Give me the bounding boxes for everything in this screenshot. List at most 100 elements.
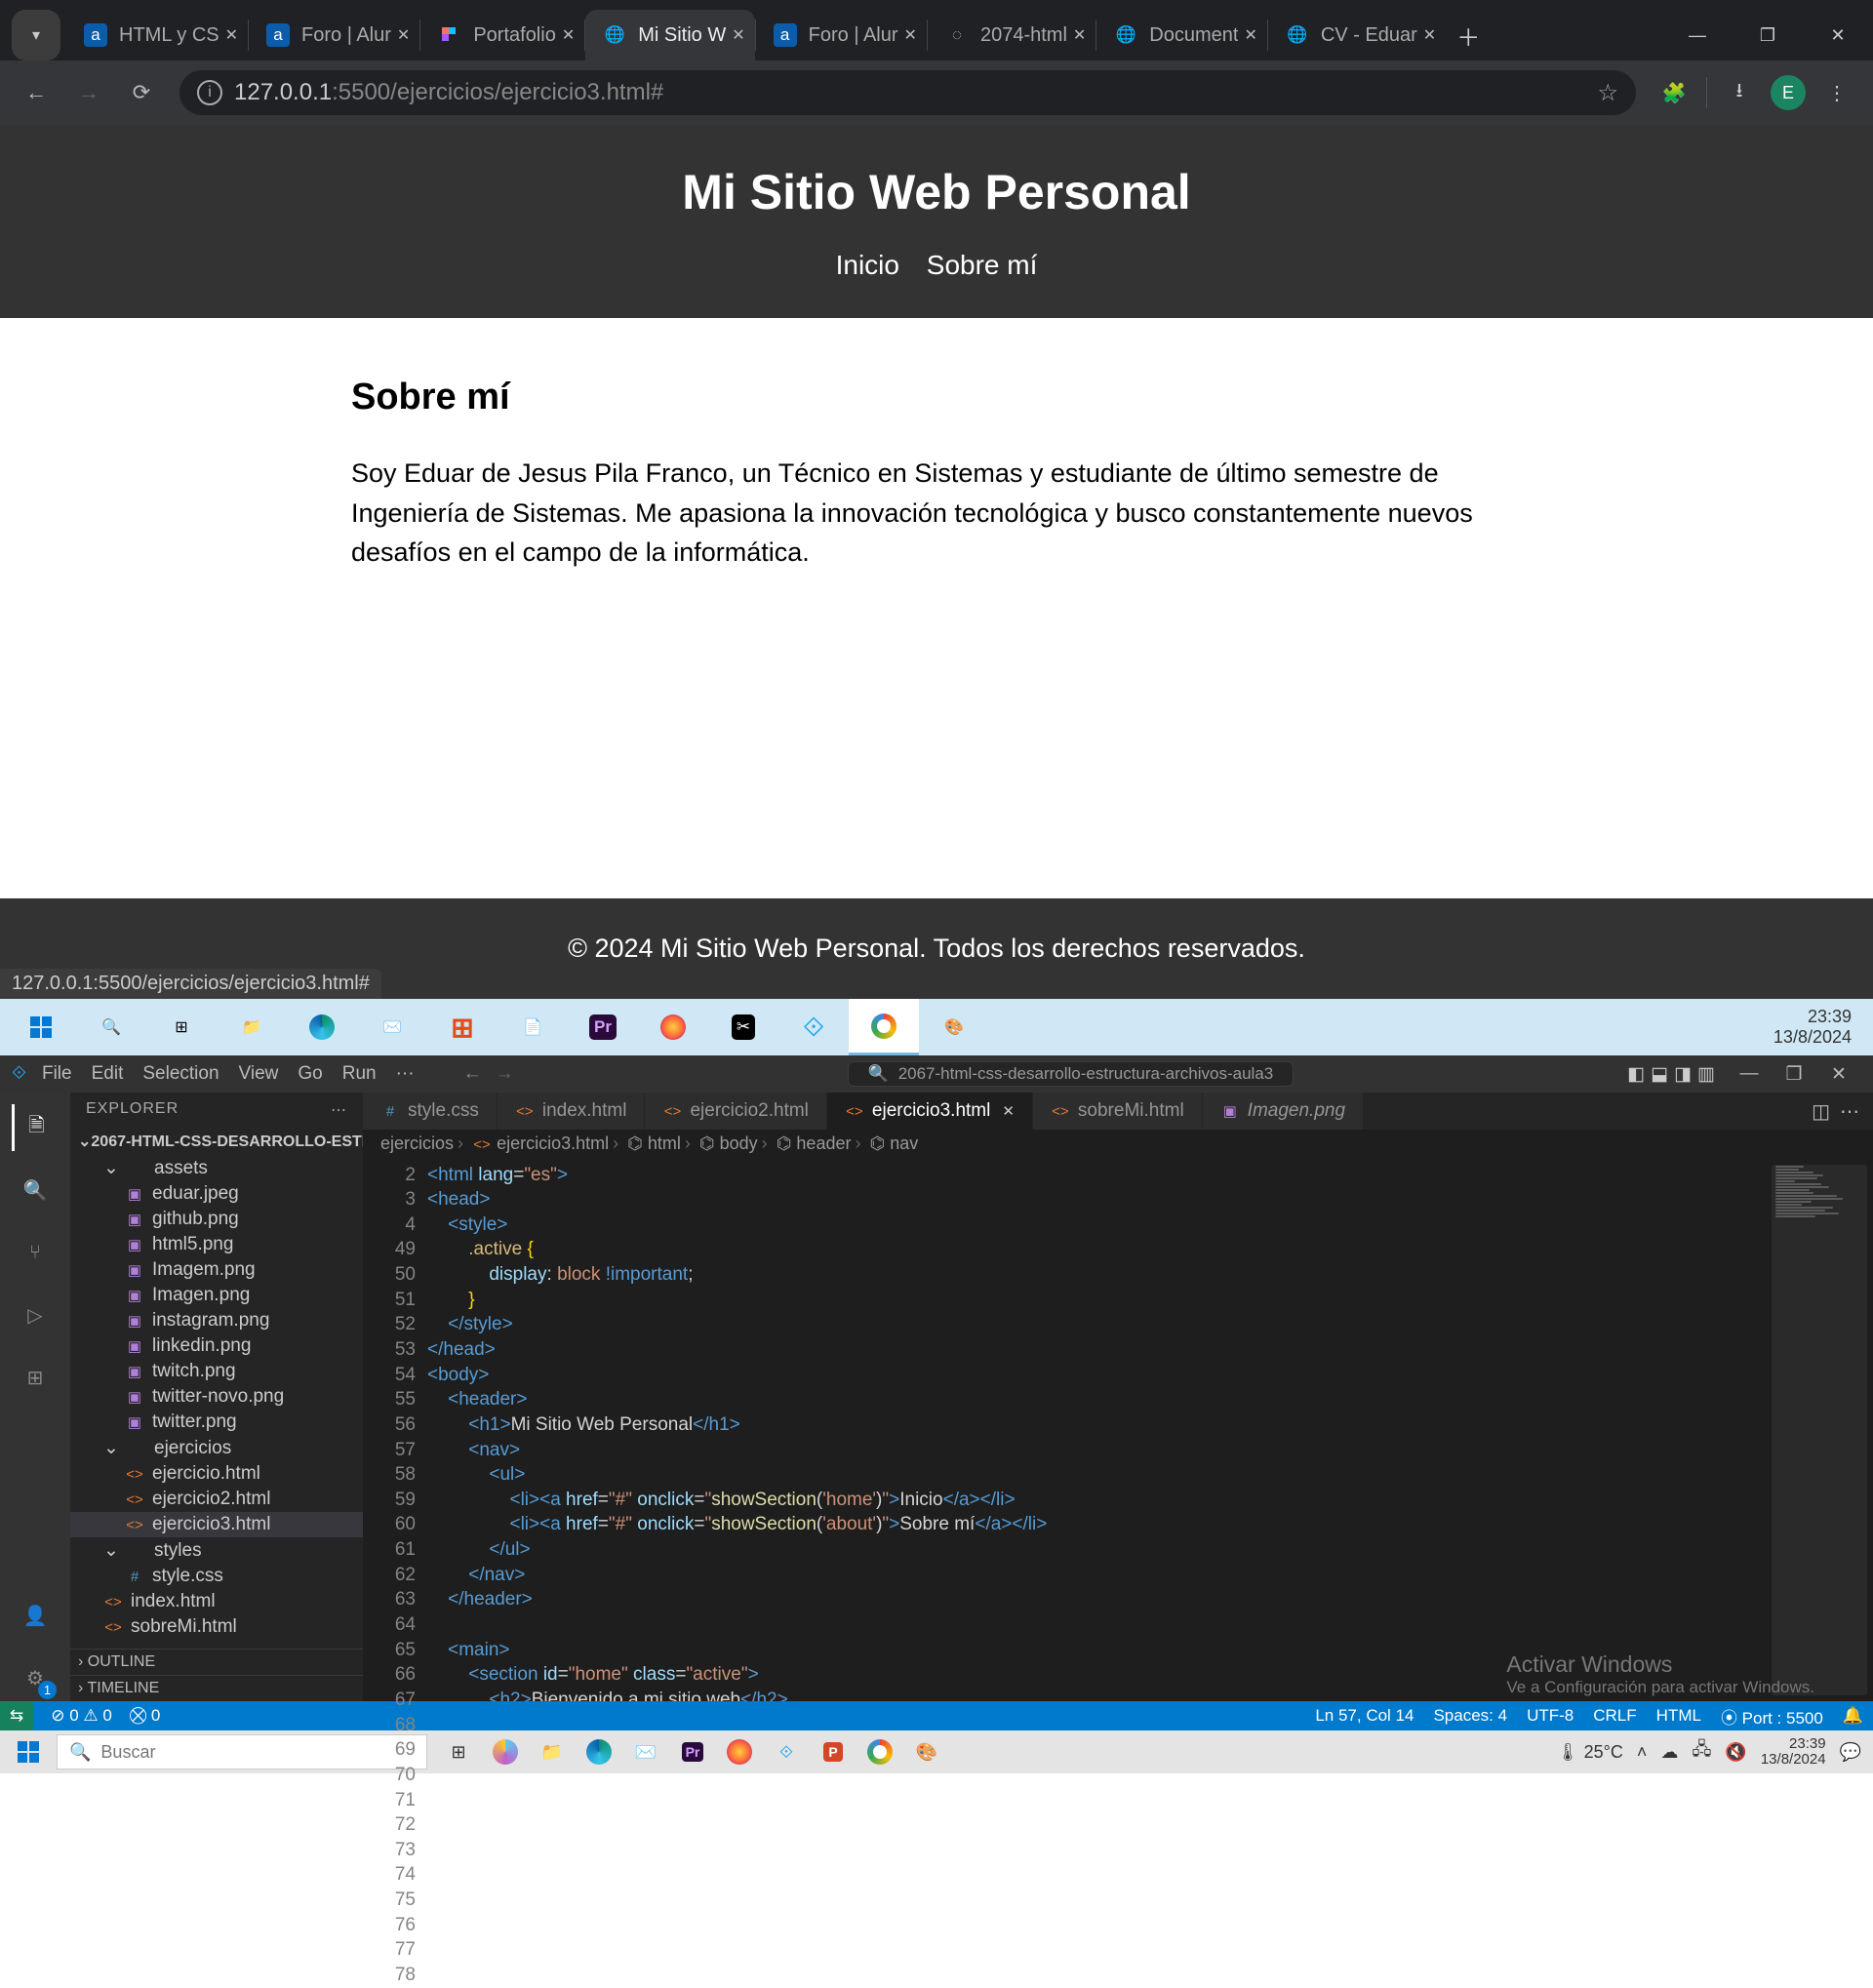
layout-icon[interactable]: ◧ xyxy=(1627,1063,1645,1086)
mail-app-icon[interactable]: ✉️ xyxy=(626,1732,665,1771)
folder-assets[interactable]: ⌄assets xyxy=(70,1155,363,1181)
account-activity-icon[interactable]: 👤 xyxy=(12,1592,59,1639)
cursor-position[interactable]: Ln 57, Col 14 xyxy=(1315,1706,1414,1726)
editor-tab[interactable]: <>ejercicio2.html xyxy=(645,1093,826,1130)
site-info-icon[interactable]: i xyxy=(197,80,222,105)
menu-more[interactable]: ··· xyxy=(396,1063,415,1085)
file-item[interactable]: ▣twitter-novo.png xyxy=(70,1384,363,1410)
start-button[interactable] xyxy=(6,999,76,1055)
file-item[interactable]: <>sobreMi.html xyxy=(70,1614,363,1640)
browser-tab[interactable]: 🌐CV - Eduar✕ xyxy=(1268,10,1446,60)
file-item[interactable]: <>ejercicio.html xyxy=(70,1461,363,1487)
minimize-button[interactable]: ― xyxy=(1727,1063,1772,1085)
taskbar-lower[interactable]: 🔍Buscar ⊞ 📁 ✉️ Pr ⟐ P 🎨 🌡 25°C ˄ ☁ 🖧 🔇 2… xyxy=(0,1730,1873,1773)
timeline-section[interactable]: › TIMELINE xyxy=(70,1675,363,1701)
reload-button[interactable]: ⟳ xyxy=(119,70,164,115)
tray-chevron-icon[interactable]: ˄ xyxy=(1637,1742,1648,1763)
chrome-app-icon[interactable] xyxy=(860,1732,899,1771)
outline-section[interactable]: › OUTLINE xyxy=(70,1649,363,1675)
profile-avatar[interactable]: E xyxy=(1766,70,1811,115)
close-icon[interactable]: ✕ xyxy=(1244,25,1256,45)
language-mode[interactable]: HTML xyxy=(1656,1706,1701,1726)
start-button[interactable] xyxy=(0,1741,57,1763)
edge-app-icon[interactable] xyxy=(579,1732,618,1771)
address-bar[interactable]: i 127.0.0.1:5500/ejercicios/ejercicio3.h… xyxy=(179,70,1636,115)
close-icon[interactable]: ✕ xyxy=(1073,25,1086,45)
file-item[interactable]: ▣Imagem.png xyxy=(70,1257,363,1283)
file-item[interactable]: ▣instagram.png xyxy=(70,1308,363,1333)
close-icon[interactable]: ✕ xyxy=(397,25,410,45)
search-activity-icon[interactable]: 🔍 xyxy=(12,1167,59,1213)
explorer-activity-icon[interactable]: 🗎 xyxy=(12,1104,59,1151)
settings-activity-icon[interactable]: ⚙1 xyxy=(12,1654,59,1701)
network-icon[interactable]: 🖧 xyxy=(1692,1737,1711,1767)
browser-tab[interactable]: ◌2074-html✕ xyxy=(928,10,1096,60)
editor-tab[interactable]: #style.css xyxy=(363,1093,498,1130)
close-icon[interactable]: ✕ xyxy=(562,25,575,45)
more-icon[interactable]: ⋯ xyxy=(1840,1099,1859,1124)
firefox-app-icon[interactable] xyxy=(638,999,708,1055)
capcut-app-icon[interactable]: ✂ xyxy=(708,999,778,1055)
encoding[interactable]: UTF-8 xyxy=(1527,1706,1574,1726)
folder-styles[interactable]: ⌄styles xyxy=(70,1537,363,1564)
task-view-icon[interactable]: ⊞ xyxy=(439,1732,478,1771)
file-item[interactable]: ▣twitch.png xyxy=(70,1359,363,1384)
task-view-icon[interactable]: ⊞ xyxy=(146,999,217,1055)
premiere-app-icon[interactable]: Pr xyxy=(673,1732,712,1771)
file-item-selected[interactable]: <>ejercicio3.html xyxy=(70,1512,363,1537)
editor-tab[interactable]: ▣Imagen.png xyxy=(1203,1093,1364,1130)
code-lines[interactable]: <html lang="es"> <head> <style> .active … xyxy=(427,1159,1766,1702)
explorer-app-icon[interactable]: 📁 xyxy=(217,999,287,1055)
onedrive-icon[interactable]: ☁ xyxy=(1660,1742,1678,1763)
file-item[interactable]: ▣html5.png xyxy=(70,1232,363,1257)
back-button[interactable]: ← xyxy=(14,70,59,115)
firefox-app-icon[interactable] xyxy=(720,1732,759,1771)
weather-widget[interactable]: 🌡 25°C xyxy=(1557,1742,1623,1763)
breadcrumb[interactable]: ejercicios› <> ejercicio3.html› ⌬ html› … xyxy=(363,1130,1873,1159)
explorer-app-icon[interactable]: 📁 xyxy=(533,1732,572,1771)
file-item[interactable]: <>ejercicio2.html xyxy=(70,1487,363,1512)
layout-icon[interactable]: ▥ xyxy=(1697,1063,1715,1086)
search-icon[interactable]: 🔍 xyxy=(76,999,146,1055)
paint-app-icon[interactable]: 🎨 xyxy=(919,999,989,1055)
close-icon[interactable]: ✕ xyxy=(904,25,917,45)
menu-selection[interactable]: Selection xyxy=(142,1063,219,1085)
live-server-port[interactable]: ⦿ Port : 5500 xyxy=(1721,1704,1823,1729)
indentation[interactable]: Spaces: 4 xyxy=(1433,1706,1507,1726)
close-icon[interactable]: ✕ xyxy=(1002,1102,1015,1120)
premiere-app-icon[interactable]: Pr xyxy=(568,999,638,1055)
folder-ejercicios[interactable]: ⌄ejercicios xyxy=(70,1435,363,1461)
menu-edit[interactable]: Edit xyxy=(92,1063,124,1085)
file-item[interactable]: ▣github.png xyxy=(70,1207,363,1232)
chrome-app-icon[interactable] xyxy=(849,999,919,1055)
office-app-icon[interactable]: ⊞ xyxy=(427,999,498,1055)
menu-view[interactable]: View xyxy=(239,1063,279,1085)
system-clock[interactable]: 23:39 13/8/2024 xyxy=(1761,1736,1826,1769)
menu-run[interactable]: Run xyxy=(342,1063,377,1085)
browser-tab[interactable]: aForo | Alur✕ xyxy=(249,10,419,60)
close-window-button[interactable]: ✕ xyxy=(1816,1063,1861,1086)
workspace-folder[interactable]: ⌄2067-HTML-CSS-DESARROLLO-ESTRUCTU... xyxy=(70,1128,363,1155)
debug-activity-icon[interactable]: ▷ xyxy=(12,1292,59,1338)
downloads-icon[interactable]: ⭳ xyxy=(1717,70,1762,115)
ports-indicator[interactable]: ⛒ 0 xyxy=(130,1706,161,1726)
maximize-button[interactable]: ❐ xyxy=(1733,10,1803,60)
problems-indicator[interactable]: ⊘ 0 ⚠ 0 xyxy=(51,1706,112,1726)
close-icon[interactable]: ✕ xyxy=(1423,25,1436,45)
remote-indicator[interactable]: ⇆ xyxy=(0,1701,33,1730)
forward-button[interactable]: → xyxy=(66,70,111,115)
tab-search-dropdown[interactable]: ▾ xyxy=(12,10,60,60)
mail-app-icon[interactable]: ✉️ xyxy=(357,999,427,1055)
nav-home-link[interactable]: Inicio xyxy=(836,250,899,280)
vscode-titlebar[interactable]: ⟐ File Edit Selection View Go Run ··· ← … xyxy=(0,1055,1873,1093)
split-editor-icon[interactable]: ◫ xyxy=(1812,1099,1830,1124)
minimap[interactable] xyxy=(1766,1159,1873,1702)
file-item[interactable]: ▣eduar.jpeg xyxy=(70,1181,363,1207)
maximize-button[interactable]: ❐ xyxy=(1772,1063,1816,1086)
browser-tab[interactable]: aForo | Alur✕ xyxy=(756,10,927,60)
edge-app-icon[interactable] xyxy=(287,999,357,1055)
volume-icon[interactable]: 🔇 xyxy=(1725,1742,1746,1763)
nav-forward-icon[interactable]: → xyxy=(496,1063,514,1085)
editor-tab[interactable]: <>sobreMi.html xyxy=(1033,1093,1203,1130)
browser-tab[interactable]: 🌐Document✕ xyxy=(1096,10,1267,60)
